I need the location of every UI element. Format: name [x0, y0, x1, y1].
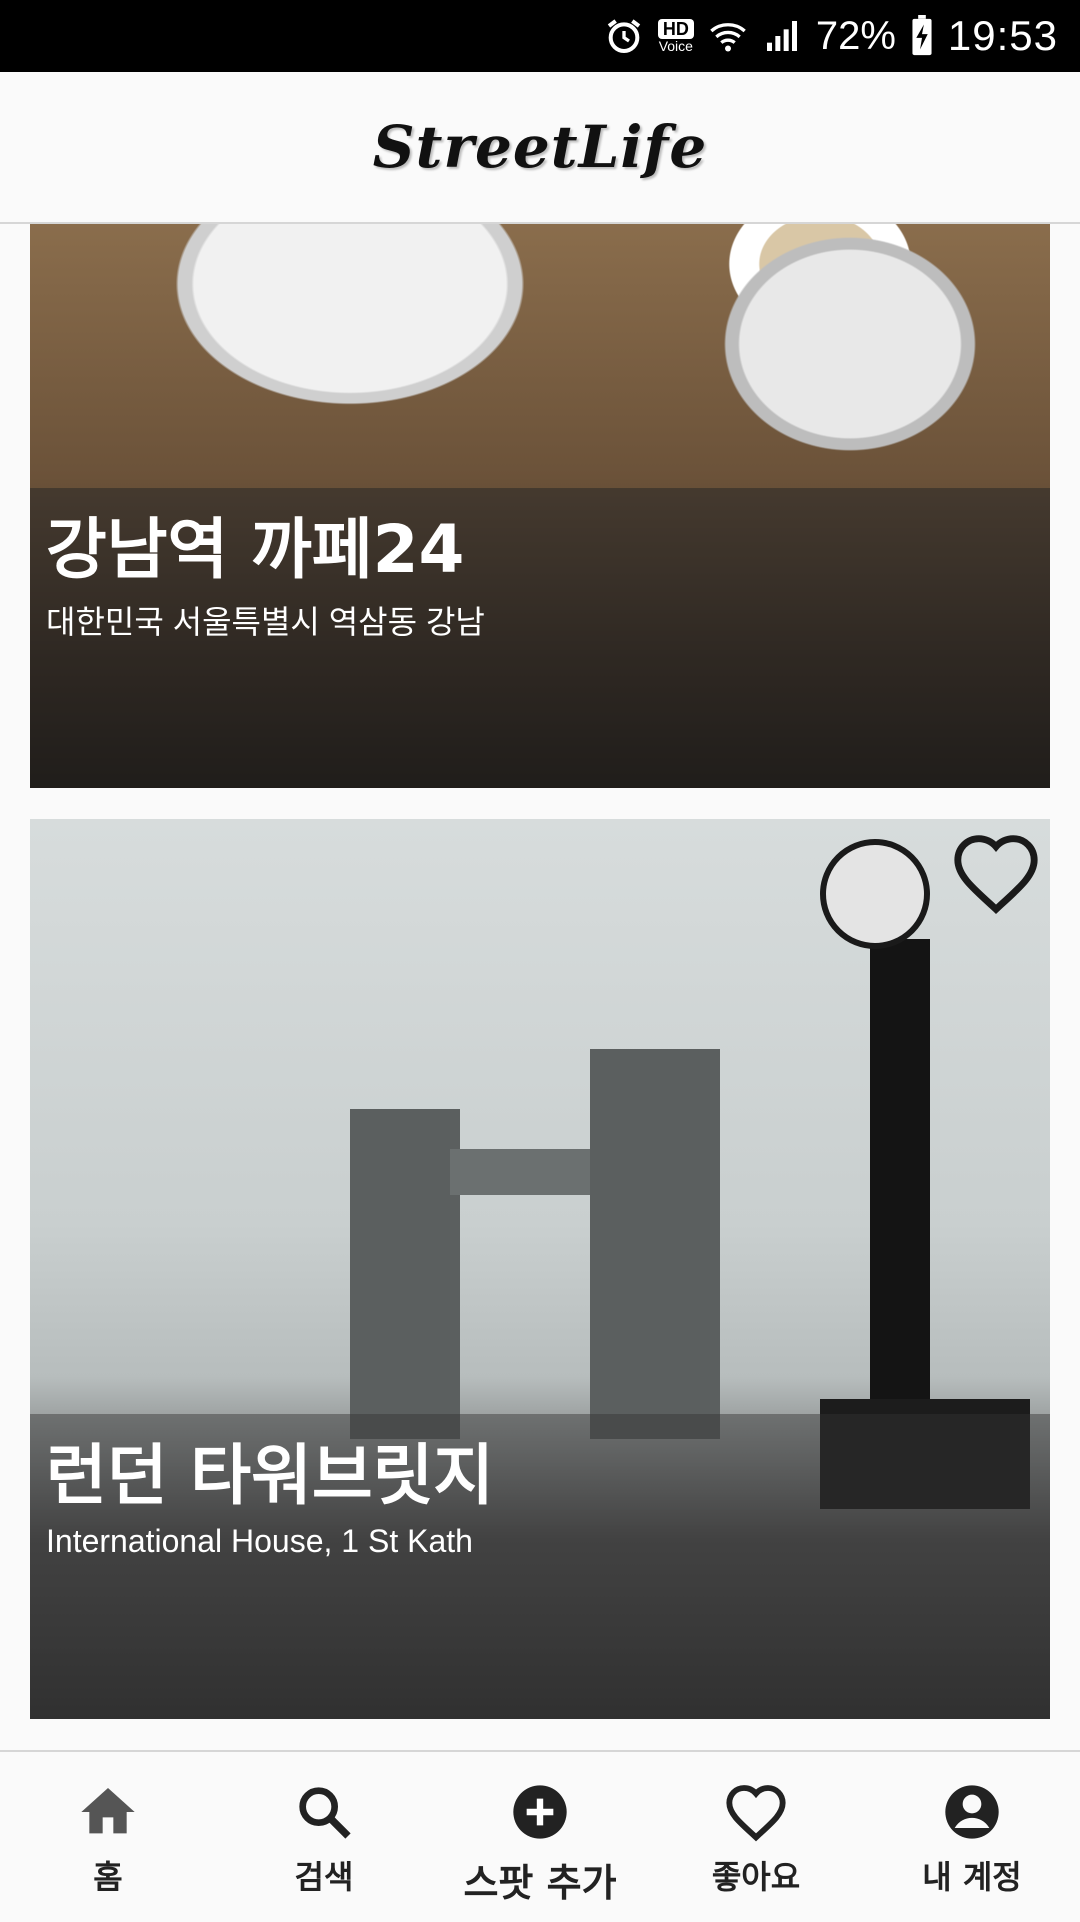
battery-charging-icon: [912, 15, 932, 56]
hd-voice-icon: HD Voice: [657, 19, 694, 54]
nav-add-spot[interactable]: 스팟 추가: [432, 1752, 648, 1922]
heart-icon: [726, 1785, 786, 1842]
status-bar: HD Voice 72% 19:53: [0, 0, 1080, 72]
app-title: StreetLife: [372, 113, 708, 181]
add-circle-icon: [513, 1785, 567, 1839]
favorite-heart-icon[interactable]: [950, 831, 1042, 915]
nav-likes-label: 좋아요: [711, 1858, 801, 1896]
spot-card[interactable]: 런던 타워브릿지 International House, 1 St Kath: [30, 819, 1050, 1719]
wifi-icon: [710, 23, 746, 52]
spot-title: 런던 타워브릿지: [46, 1437, 495, 1514]
alarm-icon: [607, 19, 641, 54]
spot-title: 강남역 까페24: [46, 511, 465, 588]
spot-feed[interactable]: 강남역 까페24 대한민국 서울특별시 역삼동 강남 런던 타워브릿지 Inte…: [0, 224, 1080, 1750]
battery-percent: 72%: [815, 13, 896, 58]
spot-caption: 런던 타워브릿지 International House, 1 St Kath: [30, 1414, 1050, 1719]
nav-account-label: 내 계정: [922, 1858, 1022, 1896]
nav-account[interactable]: 내 계정: [864, 1752, 1080, 1922]
search-icon: [299, 1787, 351, 1839]
signal-icon: [766, 21, 797, 51]
nav-search-label: 검색: [294, 1858, 354, 1896]
account-icon: [945, 1785, 999, 1839]
status-icons: HD Voice 72% 19:53: [604, 0, 1058, 72]
nav-home[interactable]: 홈: [0, 1752, 216, 1922]
bottom-navigation: 홈 검색 스팟 추가 좋아요 내 계정: [0, 1750, 1080, 1922]
spot-address: 대한민국 서울특별시 역삼동 강남: [46, 604, 485, 641]
nav-search[interactable]: 검색: [216, 1752, 432, 1922]
spot-card[interactable]: 강남역 까페24 대한민국 서울특별시 역삼동 강남: [30, 224, 1050, 788]
home-icon: [81, 1788, 135, 1834]
clock: 19:53: [947, 12, 1058, 59]
spot-caption: 강남역 까페24 대한민국 서울특별시 역삼동 강남: [30, 488, 1050, 788]
nav-home-label: 홈: [93, 1858, 123, 1896]
nav-likes[interactable]: 좋아요: [648, 1752, 864, 1922]
spot-address: International House, 1 St Kath: [46, 1523, 473, 1560]
nav-add-spot-label: 스팟 추가: [463, 1861, 617, 1905]
app-bar: StreetLife: [0, 72, 1080, 224]
